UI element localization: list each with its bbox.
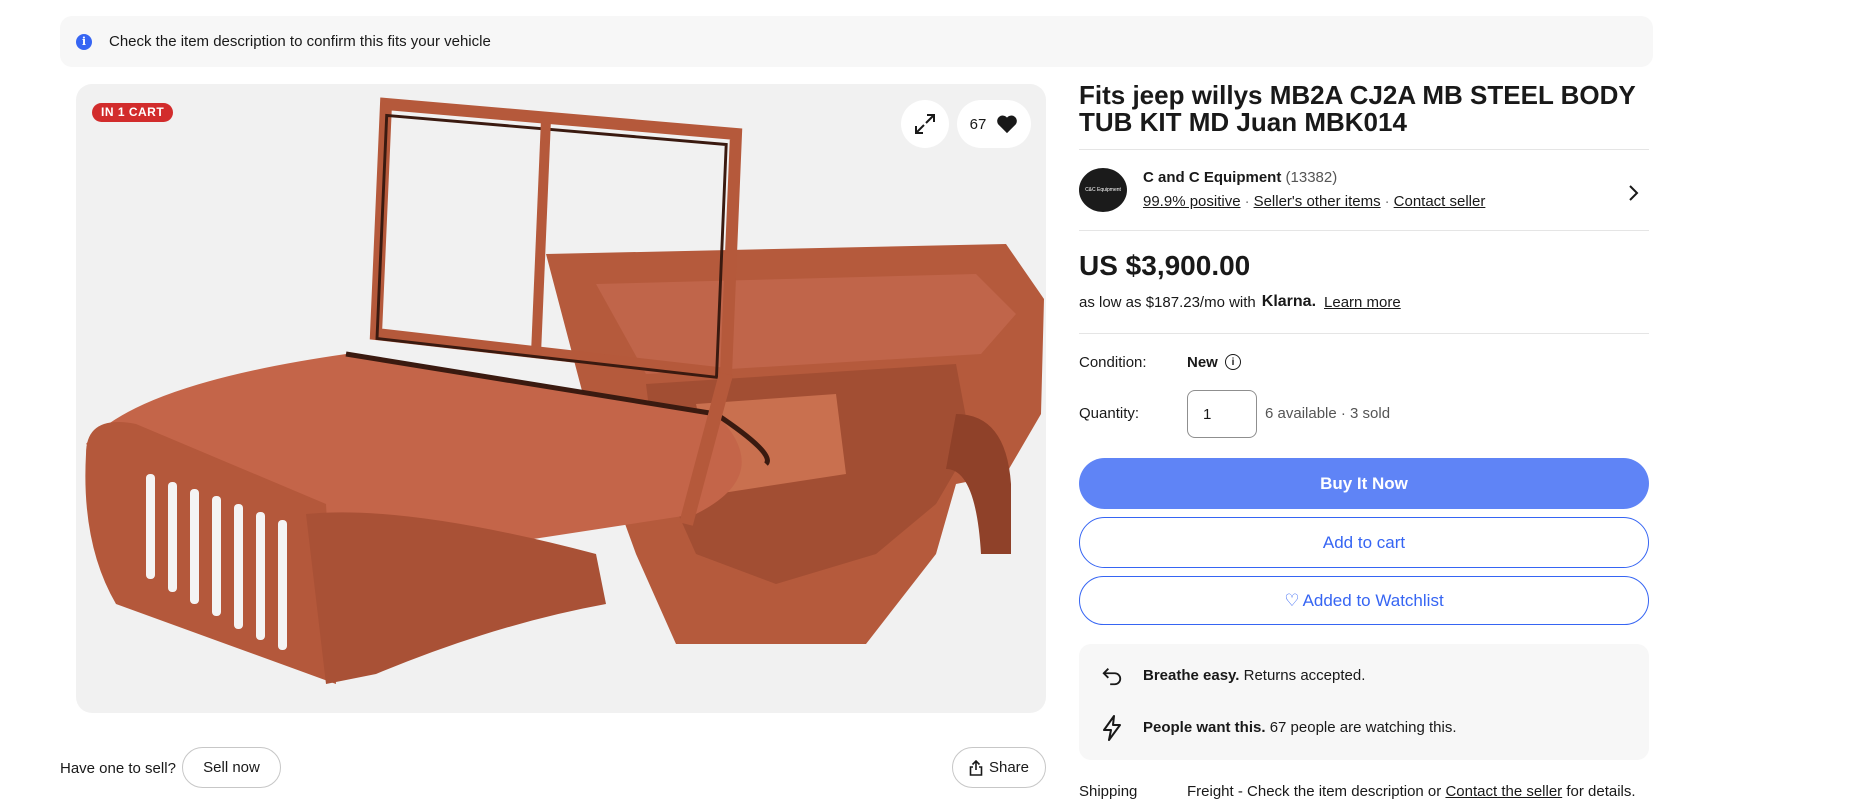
listing-title: Fits jeep willys MB2A CJ2A MB STEEL BODY… bbox=[1079, 80, 1636, 137]
in-cart-badge: IN 1 CART bbox=[92, 103, 174, 122]
returns-text: Returns accepted. bbox=[1243, 667, 1366, 684]
condition-label: Condition: bbox=[1079, 354, 1147, 371]
fitment-notice: i Check the item description to confirm … bbox=[60, 16, 1653, 67]
seller-card[interactable]: C&C Equipment C and C Equipment (13382) … bbox=[1079, 150, 1649, 230]
demand-line: People want this. 67 people are watching… bbox=[1143, 719, 1457, 736]
share-button[interactable]: Share bbox=[952, 747, 1046, 788]
add-to-cart-button[interactable]: Add to cart bbox=[1079, 517, 1649, 568]
heart-icon bbox=[997, 115, 1018, 134]
seller-feedback-count: (13382) bbox=[1285, 169, 1338, 186]
returns-icon bbox=[1102, 668, 1122, 686]
financing-line: as low as $187.23/mo with Klarna. Learn … bbox=[1079, 293, 1401, 311]
product-image[interactable] bbox=[76, 84, 1046, 713]
heart-outline-icon: ♡ bbox=[1284, 590, 1300, 610]
product-image-gallery[interactable]: IN 1 CART 67 bbox=[76, 84, 1046, 713]
returns-line: Breathe easy. Returns accepted. bbox=[1143, 667, 1365, 684]
expand-icon bbox=[915, 114, 935, 134]
klarna-logo: Klarna. bbox=[1261, 293, 1317, 310]
condition-value: New bbox=[1187, 354, 1218, 371]
watch-count: 67 bbox=[969, 115, 987, 133]
info-circle-icon[interactable]: i bbox=[1225, 354, 1241, 370]
quantity-input[interactable] bbox=[1187, 390, 1257, 438]
seller-links: 99.9% positive · Seller's other items · Cont… bbox=[1143, 193, 1486, 210]
shipping-label: Shipping bbox=[1079, 783, 1138, 800]
share-icon bbox=[969, 759, 983, 776]
highlights-box: Breathe easy. Returns accepted. People w… bbox=[1079, 644, 1649, 760]
fitment-notice-text: Check the item description to confirm th… bbox=[109, 33, 491, 50]
info-icon: i bbox=[76, 33, 92, 50]
learn-more-link[interactable]: Learn more bbox=[1324, 294, 1401, 311]
lightning-icon bbox=[1103, 715, 1121, 741]
availability-text: 6 available · 3 sold bbox=[1265, 405, 1391, 422]
shipping-text: Freight - Check the item description or bbox=[1187, 783, 1442, 800]
expand-image-button[interactable] bbox=[901, 100, 949, 148]
contact-seller-link[interactable]: Contact seller bbox=[1394, 193, 1486, 210]
buy-it-now-button[interactable]: Buy It Now bbox=[1079, 458, 1649, 509]
contact-the-seller-link[interactable]: Contact the seller bbox=[1445, 783, 1562, 800]
shipping-suffix: for details. bbox=[1566, 783, 1636, 800]
watch-count-button[interactable]: 67 bbox=[957, 100, 1031, 148]
share-label: Share bbox=[988, 759, 1030, 776]
sell-now-button[interactable]: Sell now bbox=[182, 747, 281, 788]
returns-headline: Breathe easy. bbox=[1143, 667, 1240, 684]
sell-prompt: Have one to sell? bbox=[60, 760, 176, 777]
quantity-label: Quantity: bbox=[1079, 405, 1140, 422]
price: US $3,900.00 bbox=[1079, 250, 1251, 281]
divider bbox=[1079, 230, 1649, 231]
demand-text: 67 people are watching this. bbox=[1269, 719, 1457, 736]
demand-headline: People want this. bbox=[1143, 719, 1266, 736]
seller-positive-link[interactable]: 99.9% positive bbox=[1143, 193, 1241, 210]
financing-text: as low as $187.23/mo with bbox=[1079, 293, 1256, 311]
watchlist-label: Added to Watchlist bbox=[1302, 590, 1444, 610]
seller-other-items-link[interactable]: Seller's other items bbox=[1254, 193, 1381, 210]
chevron-right-icon[interactable] bbox=[1627, 184, 1639, 202]
seller-name[interactable]: C and C Equipment bbox=[1143, 169, 1281, 186]
seller-logo[interactable]: C&C Equipment bbox=[1079, 168, 1127, 212]
watchlist-button[interactable]: ♡ Added to Watchlist bbox=[1079, 576, 1649, 625]
shipping-value: Freight - Check the item description or … bbox=[1187, 783, 1636, 800]
divider bbox=[1079, 333, 1649, 334]
